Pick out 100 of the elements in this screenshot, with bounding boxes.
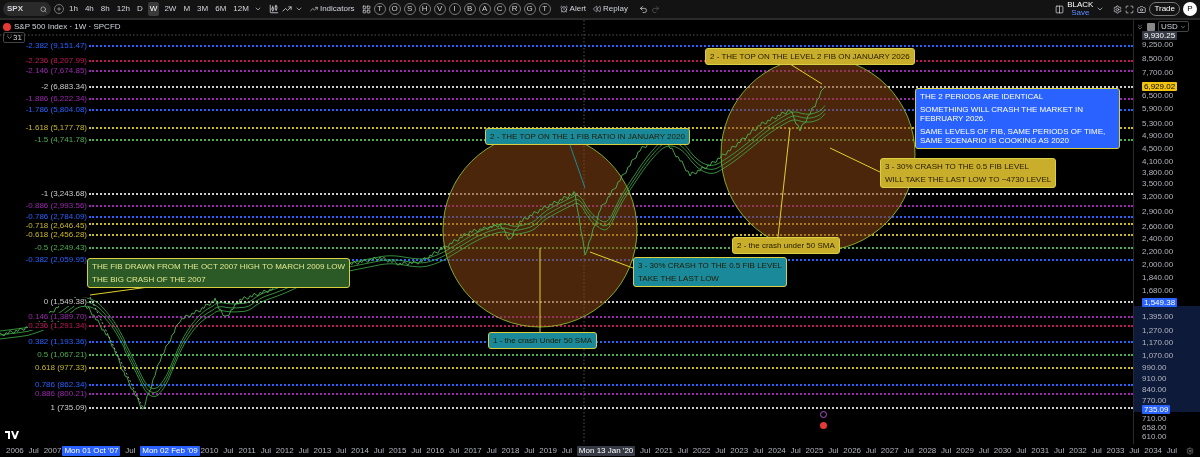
price-label: 3,800.00 [1142,168,1174,177]
time-label: 2028 [918,445,937,456]
interval-button[interactable]: M [181,2,193,16]
fib-level-label: -0.382 (2,059.95) [25,256,87,264]
interval-button[interactable]: 6M [213,2,229,16]
price-label: 4,500.00 [1142,144,1174,153]
settings-icon[interactable] [1185,446,1194,455]
price-label: 1,840.00 [1142,273,1174,282]
price-label: 2,900.00 [1142,207,1174,216]
price-label: 6,929.02 [1142,82,1178,91]
time-label: Jul [124,445,137,456]
alarm-clock-icon [559,5,568,13]
price-label: 8,500.00 [1142,54,1174,63]
undo-icon[interactable] [638,4,648,14]
logo-icon [5,431,19,439]
leader-line [789,63,823,85]
chevron-down-icon[interactable] [1096,5,1105,13]
price-label: 1,070.00 [1142,351,1174,360]
interval-button[interactable]: 3M [195,2,211,16]
price-label: 610.00 [1142,432,1167,441]
fib-level-label: -2.236 (8,207.99) [25,57,87,65]
fib-level-label: -2.382 (9,151.47) [25,42,87,50]
time-label: Jul [864,445,878,456]
price-label: 5,300.00 [1142,119,1174,128]
price-label: 6,500.00 [1142,91,1174,100]
fib-level-label: -0.618 (2,456.28) [25,231,87,239]
fib-level-label: -0.886 (2,993.56) [25,202,87,210]
time-label: 2030 [993,445,1012,456]
profile-avatar[interactable]: P [1183,2,1197,16]
time-label: 2006 [6,445,24,456]
price-label: 3,200.00 [1142,192,1174,201]
time-label: Jul [977,445,990,456]
fib-level-label: -1.5 (4,741.78) [34,136,87,144]
time-label: 2023 [730,445,749,456]
grid-icon[interactable] [361,4,371,14]
time-label: Jul [259,445,273,456]
price-label: 910.00 [1142,374,1167,383]
fullscreen-icon[interactable] [1125,4,1135,14]
time-label: 2007 [43,445,62,456]
auto-scale-button[interactable] [1147,22,1155,31]
time-label: 2015 [388,445,407,456]
price-label: 990.00 [1142,363,1167,372]
camera-icon[interactable] [1137,4,1147,14]
time-label: Jul [297,445,310,456]
callout-text: 2 - THE TOP ON THE 1 FIB RATIO IN JANUARY 2020 [490,132,685,141]
time-label: Mon 02 Feb '09 [140,445,200,456]
callout-text: SAME LEVELS OF FIB, SAME PERIODS OF TIME, SAME SCENARIO IS COOKING AS 2020 [920,127,1107,145]
time-label: Jul [1052,445,1066,456]
time-label: Jul [485,445,498,456]
time-label: Jul [447,445,461,456]
legend-collapse-button[interactable]: 31 [3,32,25,43]
interval-button[interactable]: 1h [67,2,80,16]
time-label: Jul [1015,445,1028,456]
symbol-search-field[interactable]: SPX [3,2,51,16]
callout-text: THE 2 PERIODS ARE IDENTICAL [920,92,1045,101]
fib-level-label: -2.146 (7,674.85) [25,67,87,75]
interval-button[interactable]: 12h [114,2,133,16]
layout-icon[interactable] [1055,4,1065,14]
candlestick-icon[interactable] [268,4,279,14]
chevron-down-icon[interactable] [253,5,262,13]
scale-icon[interactable] [1136,22,1144,31]
interval-button[interactable]: 8h [98,2,112,16]
price-label: 735.09 [1142,405,1171,414]
symbol-logo-icon [3,23,11,31]
time-label: Jul [1090,445,1103,456]
callout-text: 3 - 30% CRASH TO THE 0.5 FIB LEVEL [638,261,783,270]
layout-name[interactable]: BLACK [1067,1,1094,9]
save-status[interactable]: Save [1071,9,1090,17]
time-label: 2024 [768,445,786,456]
price-label: 5,900.00 [1142,104,1174,113]
interval-button[interactable]: 4h [82,2,96,16]
search-icon [40,5,47,13]
time-label: Jul [902,445,915,456]
line-chart-icon[interactable] [281,4,292,14]
interval-button[interactable]: W [147,2,160,16]
interval-button[interactable]: 12M [231,2,251,16]
fib-level-label: -1.886 (6,222.34) [25,95,87,103]
alert-button[interactable]: Alert [559,3,587,15]
time-label: 2029 [956,445,974,456]
time-label: 2011 [238,445,257,456]
interval-button[interactable]: 2W [162,2,179,16]
time-label: 2026 [843,445,862,456]
time-label: 2031 [1031,445,1050,456]
fib-level-label: 0.786 (862.34) [34,381,87,389]
chevron-down-icon[interactable] [294,5,303,13]
time-label: Jul [560,445,574,456]
price-label: 2,200.00 [1142,247,1174,256]
callout-text: 3 - 30% CRASH TO THE 0.5 FIB LEVEL [885,162,1031,171]
time-label: Jul [222,445,235,456]
leader-line [589,251,634,269]
add-icon[interactable] [54,4,64,14]
time-label: Jul [1128,445,1141,456]
time-label: 2032 [1069,445,1087,456]
leader-line [829,147,881,173]
time-label: Jul [410,445,423,456]
interval-button[interactable]: D [135,2,145,16]
indicators-button[interactable]: Indicators [309,3,355,15]
time-label: Jul [827,445,840,456]
price-label: 710.00 [1142,414,1167,423]
replay-button[interactable]: Replay [593,3,628,15]
